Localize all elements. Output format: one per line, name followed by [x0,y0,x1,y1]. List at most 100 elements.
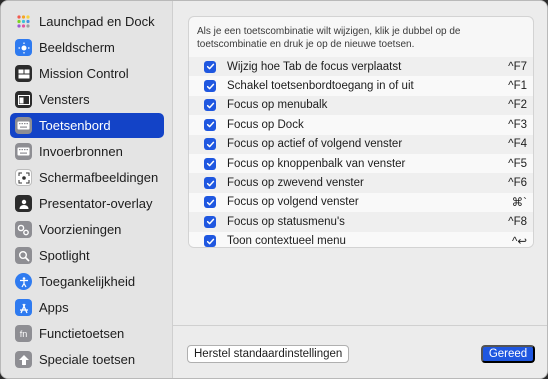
input-sources-icon [15,143,32,160]
done-button[interactable]: Gereed [481,345,535,363]
shortcut-key[interactable]: ^F1 [508,76,527,95]
footer: Herstel standaardinstellingen Gereed [173,325,547,378]
sidebar-item-label: Invoerbronnen [39,144,123,159]
checkmark-icon [206,63,214,70]
apps-icon [15,299,32,316]
shortcut-key[interactable]: ^F4 [508,135,527,154]
sidebar-item-label: Functietoetsen [39,326,125,341]
sidebar-item-launchpad-dock[interactable]: Launchpad en Dock [10,9,164,34]
sidebar-item-label: Toegankelijkheid [39,274,136,289]
sidebar-item-keyboard[interactable]: Toetsenbord [10,113,164,138]
checkbox[interactable] [204,235,216,247]
shortcut-row[interactable]: Focus op statusmenu's ^F8 [189,212,533,232]
sidebar-item-spotlight[interactable]: Spotlight [10,243,164,268]
shortcut-row[interactable]: Focus op volgend venster ⌘` [189,192,533,213]
checkbox[interactable] [204,99,216,112]
shortcut-label: Toon contextueel menu [227,235,346,248]
sidebar-item-display[interactable]: Beeldscherm [10,35,164,60]
sidebar-item-label: Vensters [39,92,90,107]
mission-control-icon [15,65,32,82]
checkmark-icon [206,199,214,206]
sidebar-item-screenshots[interactable]: Schermafbeeldingen [10,165,164,190]
shortcut-label: Focus op actief of volgend venster [227,138,403,151]
sidebar-item-label: Voorzieningen [39,222,122,237]
services-icon [15,221,32,238]
shortcut-label: Wijzig hoe Tab de focus verplaatst [227,60,402,73]
shortcut-row[interactable]: Wijzig hoe Tab de focus verplaatst ^F7 [189,57,533,77]
checkbox[interactable] [204,196,216,209]
sidebar-item-label: Presentator-overlay [39,196,153,211]
checkbox[interactable] [204,215,216,228]
shortcut-row[interactable]: Focus op menubalk ^F2 [189,95,533,116]
shortcut-label: Focus op knoppenbalk van venster [227,157,406,170]
sidebar-item-services[interactable]: Voorzieningen [10,217,164,242]
sidebar-item-label: Speciale toetsen [39,352,136,367]
checkmark-icon [206,141,214,148]
checkmark-icon [206,121,214,128]
checkbox[interactable] [204,138,216,151]
shortcut-key[interactable]: ^F3 [508,115,527,134]
checkmark-icon [206,180,214,186]
windows-icon [15,91,32,108]
checkbox[interactable] [204,177,216,190]
sidebar-item-presenter-overlay[interactable]: Presentator-overlay [10,191,164,216]
sidebar-item-label: Beeldscherm [39,40,115,55]
screenshot-icon [15,169,32,186]
accessibility-icon [15,273,32,290]
shortcut-key[interactable]: ^F2 [508,96,527,115]
sidebar-item-input-sources[interactable]: Invoerbronnen [10,139,164,164]
sidebar-item-label: Apps [39,300,69,315]
sidebar-item-mission-control[interactable]: Mission Control [10,61,164,86]
keyboard-icon [15,117,32,134]
shortcuts-panel: Als je een toetscombinatie wilt wijzigen… [188,16,534,248]
checkbox[interactable] [204,80,216,93]
sidebar-item-label: Launchpad en Dock [39,14,155,29]
shortcut-label: Focus op statusmenu's [227,215,345,228]
fn-icon: fn [15,325,32,342]
sidebar-item-function-keys[interactable]: fn Functietoetsen [10,321,164,346]
checkmark-icon [206,83,214,89]
checkbox[interactable] [204,60,216,73]
sidebar-item-label: Mission Control [39,66,129,81]
presenter-icon [15,195,32,212]
shortcuts-list: Wijzig hoe Tab de focus verplaatst ^F7 S… [189,57,533,248]
sidebar-item-label: Toetsenbord [39,118,111,133]
checkmark-icon [206,238,214,245]
display-icon [15,39,32,56]
checkmark-icon [206,160,214,167]
shortcut-label: Focus op menubalk [227,99,328,112]
shortcut-row[interactable]: Focus op knoppenbalk van venster ^F5 [189,153,533,174]
shortcut-row[interactable]: Schakel toetsenbordtoegang in of uit ^F1 [189,76,533,96]
launchpad-icon [15,13,32,30]
shortcut-row[interactable]: Toon contextueel menu ^↩ [189,231,533,248]
shortcut-label: Focus op zwevend venster [227,177,364,190]
shortcut-row[interactable]: Focus op Dock ^F3 [189,115,533,135]
shortcut-key[interactable]: ^F7 [508,57,527,76]
shortcut-row[interactable]: Focus op actief of volgend venster ^F4 [189,134,533,154]
shortcut-label: Focus op Dock [227,118,304,131]
content-area: Als je een toetscombinatie wilt wijzigen… [173,1,547,325]
checkbox[interactable] [204,118,216,131]
shortcut-label: Schakel toetsenbordtoegang in of uit [227,80,414,93]
sidebar-item-windows[interactable]: Vensters [10,87,164,112]
sidebar-item-accessibility[interactable]: Toegankelijkheid [10,269,164,294]
sidebar: Launchpad en Dock Beeldscherm Mission Co… [1,1,173,378]
shortcut-key[interactable]: ^↩ [512,232,527,247]
checkbox[interactable] [204,157,216,170]
sidebar-item-label: Spotlight [39,248,90,263]
sidebar-item-modifier-keys[interactable]: Speciale toetsen [10,347,164,372]
shortcut-key[interactable]: ^F6 [508,173,527,192]
keyboard-shortcuts-window: Launchpad en Dock Beeldscherm Mission Co… [0,0,548,379]
shortcut-key[interactable]: ^F5 [508,154,527,173]
sidebar-item-apps[interactable]: Apps [10,295,164,320]
spotlight-icon [15,247,32,264]
shortcut-key[interactable]: ⌘` [512,193,527,212]
checkmark-icon [206,218,214,225]
sidebar-item-label: Schermafbeeldingen [39,170,159,185]
shortcut-label: Focus op volgend venster [227,196,359,209]
shortcut-row[interactable]: Focus op zwevend venster ^F6 [189,173,533,193]
shortcut-key[interactable]: ^F8 [508,212,527,231]
restore-defaults-button[interactable]: Herstel standaardinstellingen [187,345,350,363]
modifier-keys-icon [15,351,32,368]
instruction-text: Als je een toetscombinatie wilt wijzigen… [197,26,461,50]
